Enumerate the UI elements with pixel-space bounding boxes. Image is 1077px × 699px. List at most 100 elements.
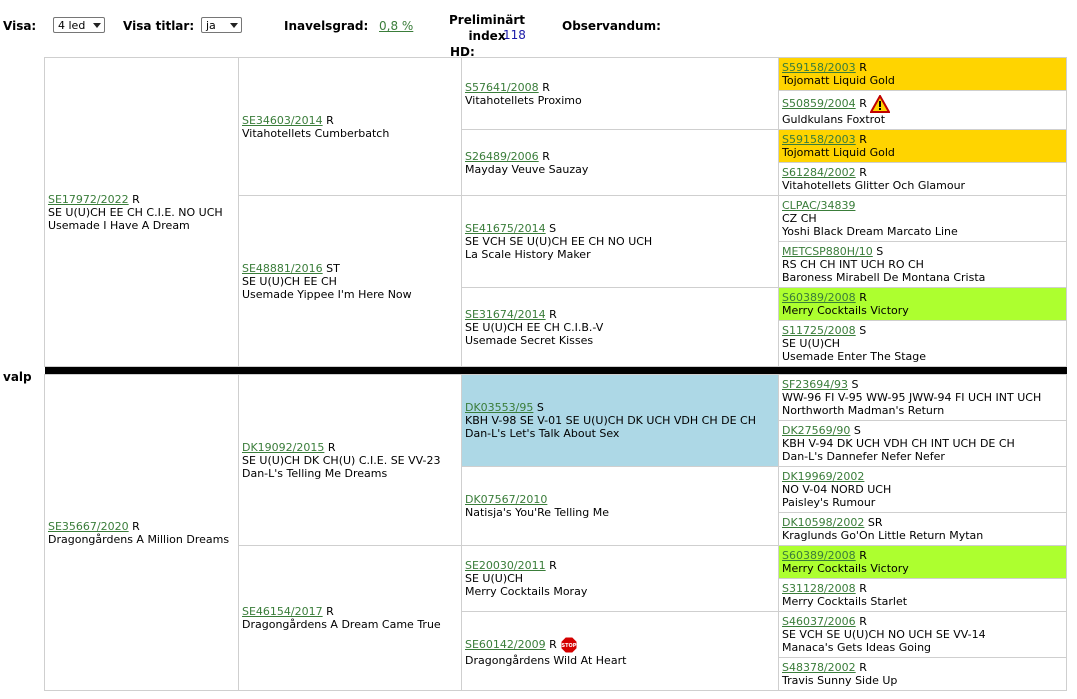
reg-link[interactable]: DK07567/2010 xyxy=(465,493,547,506)
g4-cell: S59158/2003 R Tojomatt Liquid Gold xyxy=(778,129,1067,163)
g3-cell: SE31674/2014 R SE U(U)CH EE CH C.I.B.-V … xyxy=(461,287,779,367)
titles-text: SE U(U)CH EE CH C.I.E. NO UCH xyxy=(48,205,223,219)
hd-code: S xyxy=(859,324,867,337)
reg-link[interactable]: SE20030/2011 xyxy=(465,559,546,572)
g4-cell: S48378/2002 R Travis Sunny Side Up xyxy=(778,657,1067,691)
reg-link[interactable]: SF23694/93 xyxy=(782,378,848,391)
visa-label: Visa: xyxy=(3,19,37,33)
dog-name: Usemade Secret Kisses xyxy=(465,333,594,347)
reg-link[interactable]: S11725/2008 xyxy=(782,324,856,337)
dog-name: Merry Cocktails Victory xyxy=(782,562,909,575)
reg-link[interactable]: S46037/2006 xyxy=(782,615,856,628)
chevron-down-icon xyxy=(230,23,238,28)
titles-text: CZ CH xyxy=(782,212,817,225)
g3-cell: SE41675/2014 S SE VCH SE U(U)CH EE CH NO… xyxy=(461,195,779,288)
hd-code: R xyxy=(132,519,140,533)
reg-link[interactable]: SE48881/2016 xyxy=(242,262,323,275)
dog-name: Travis Sunny Side Up xyxy=(782,674,898,687)
hd-code: R xyxy=(549,307,557,321)
warning-icon xyxy=(870,94,891,113)
reg-link[interactable]: S31128/2008 xyxy=(782,582,856,595)
pedigree-table: SE17972/2022 R SE U(U)CH EE CH C.I.E. NO… xyxy=(44,57,1067,691)
g4-cell: S46037/2006 R SE VCH SE U(U)CH NO UCH SE… xyxy=(778,611,1067,658)
hd-code: R xyxy=(327,440,336,454)
reg-link[interactable]: DK27569/90 xyxy=(782,424,850,437)
reg-link[interactable]: S59158/2003 xyxy=(782,133,856,146)
titles-text: SE U(U)CH DK CH(U) C.I.E. SE VV-23 xyxy=(242,453,441,467)
g3-cell: DK07567/2010 Natisja's You'Re Telling Me xyxy=(461,466,779,546)
hd-code: S xyxy=(876,245,884,258)
g4-cell: DK27569/90 S KBH V-94 DK UCH VDH CH INT … xyxy=(778,420,1067,467)
reg-link[interactable]: DK10598/2002 xyxy=(782,516,864,529)
dog-name: Dragongårdens Wild At Heart xyxy=(465,653,627,667)
dog-name: Paisley's Rumour xyxy=(782,496,876,509)
g4-cell: S60389/2008 R Merry Cocktails Victory xyxy=(778,287,1067,321)
options-bar: Visa: 4 led Visa titlar: ja Inavelsgrad:… xyxy=(0,0,1077,59)
hd-code: R xyxy=(859,133,867,146)
reg-link[interactable]: DK19969/2002 xyxy=(782,470,864,483)
sire-cell: SE17972/2022 R SE U(U)CH EE CH C.I.E. NO… xyxy=(44,57,239,367)
hd-code: R xyxy=(859,615,867,628)
reg-link[interactable]: S50859/2004 xyxy=(782,97,856,110)
index-heading: Preliminärt index HD: xyxy=(430,12,544,60)
reg-link[interactable]: S57641/2008 xyxy=(465,81,539,94)
dog-name: Baroness Mirabell De Montana Crista xyxy=(782,271,986,284)
reg-link[interactable]: SE41675/2014 xyxy=(465,222,546,235)
dog-name: Vitahotellets Proximo xyxy=(465,93,582,107)
reg-link[interactable]: SE31674/2014 xyxy=(465,308,546,321)
visa-select-value: 4 led xyxy=(58,19,86,32)
hd-code: R xyxy=(859,61,867,74)
dog-name: Dragongårdens A Dream Came True xyxy=(242,618,441,631)
titles-text: KBH V-94 DK UCH VDH CH INT UCH DE CH xyxy=(782,437,1015,450)
dog-name: Guldkulans Foxtrot xyxy=(782,112,886,126)
g4-cell: S61284/2002 R Vitahotellets Glitter Och … xyxy=(778,162,1067,196)
titles-text: SE U(U)CH EE CH xyxy=(242,274,337,288)
hd-code: R xyxy=(859,291,867,304)
g3-cell: S26489/2006 R Mayday Veuve Sauzay xyxy=(461,129,779,196)
titles-text: SE U(U)CH xyxy=(465,572,524,585)
reg-link[interactable]: SE34603/2014 xyxy=(242,114,323,127)
hd-code: S xyxy=(851,378,859,391)
hd-code: R xyxy=(859,96,867,110)
reg-link[interactable]: S26489/2006 xyxy=(465,150,539,163)
dog-name: Dragongårdens A Million Dreams xyxy=(48,532,230,546)
reg-link[interactable]: SE46154/2017 xyxy=(242,605,323,618)
titlar-select-value: ja xyxy=(206,19,216,32)
hd-code: R xyxy=(859,582,867,595)
svg-text:STOP: STOP xyxy=(562,643,577,649)
reg-link[interactable]: S60389/2008 xyxy=(782,549,856,562)
titlar-select[interactable]: ja xyxy=(201,17,242,33)
sire-reg-link[interactable]: SE17972/2022 xyxy=(48,193,129,206)
reg-link[interactable]: SE60142/2009 xyxy=(465,638,546,651)
g2-cell: SE48881/2016 ST SE U(U)CH EE CH Usemade … xyxy=(238,195,462,367)
hd-code: R xyxy=(859,661,867,674)
reg-link[interactable]: S59158/2003 xyxy=(782,61,856,74)
hd-code: R xyxy=(542,149,550,163)
g4-cell: S59158/2003 R Tojomatt Liquid Gold xyxy=(778,57,1067,91)
reg-link[interactable]: DK03553/95 xyxy=(465,401,533,414)
g4-cell: DK10598/2002 SR Kraglunds Go'On Little R… xyxy=(778,512,1067,546)
dam-reg-link[interactable]: SE35667/2020 xyxy=(48,520,129,533)
dog-name: La Scale History Maker xyxy=(465,248,591,261)
sire-dam-separator xyxy=(44,366,1067,375)
dog-name: Dan-L's Dannefer Nefer Nefer xyxy=(782,450,945,463)
reg-link[interactable]: S60389/2008 xyxy=(782,291,856,304)
observandum-label: Observandum: xyxy=(562,19,661,33)
reg-link[interactable]: DK19092/2015 xyxy=(242,441,324,454)
dog-name: Usemade I Have A Dream xyxy=(48,218,190,232)
index-label: Preliminärt index xyxy=(449,13,525,43)
g3-cell: S57641/2008 R Vitahotellets Proximo xyxy=(461,57,779,130)
reg-link[interactable]: CLPAC/34839 xyxy=(782,199,855,212)
reg-link[interactable]: METCSP880H/10 xyxy=(782,245,873,258)
g3-cell: SE60142/2009 R STOP Dragongårdens Wild A… xyxy=(461,611,779,691)
chevron-down-icon xyxy=(93,23,101,28)
dog-name: Natisja's You'Re Telling Me xyxy=(465,506,610,519)
hd-code: R xyxy=(542,80,550,94)
g4-cell: S31128/2008 R Merry Cocktails Starlet xyxy=(778,578,1067,612)
inavel-label: Inavelsgrad: xyxy=(284,19,369,33)
inavel-link[interactable]: 0,8 % xyxy=(379,19,413,33)
reg-link[interactable]: S48378/2002 xyxy=(782,661,856,674)
titles-text: KBH V-98 SE V-01 SE U(U)CH DK UCH VDH CH… xyxy=(465,414,756,427)
visa-select[interactable]: 4 led xyxy=(53,17,105,33)
reg-link[interactable]: S61284/2002 xyxy=(782,166,856,179)
